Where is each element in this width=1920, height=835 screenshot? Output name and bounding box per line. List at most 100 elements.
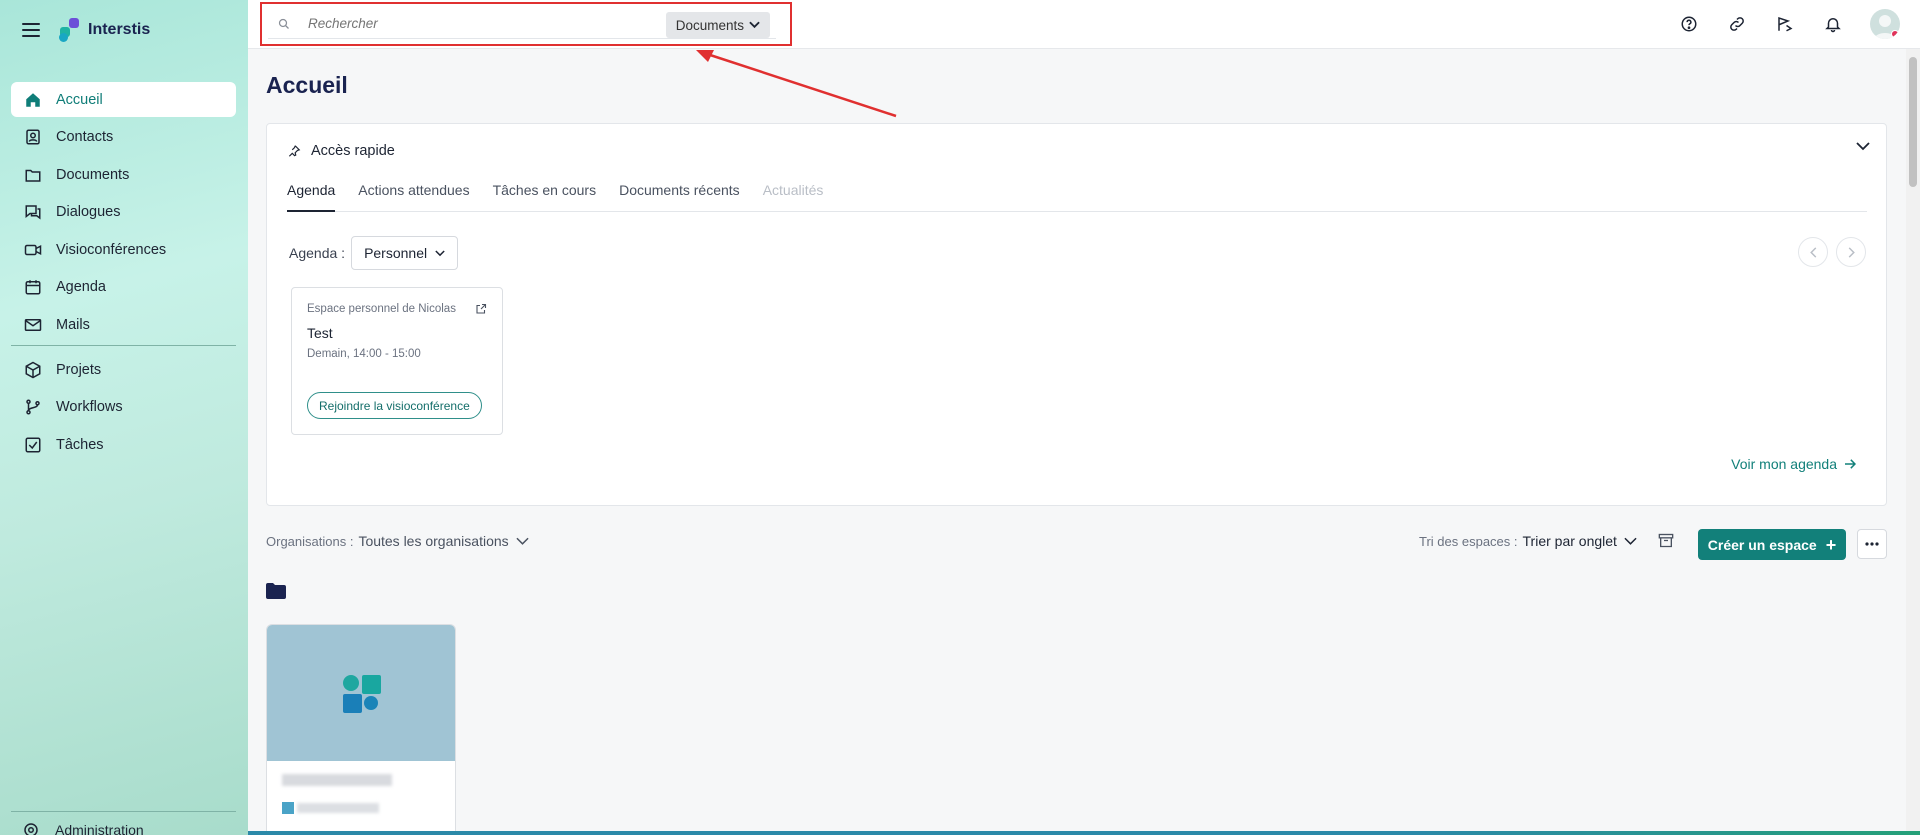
sidebar-item-label: Visioconférences [56,241,167,258]
chevron-left-icon [1809,246,1816,258]
sidebar-item-visioconferences[interactable]: Visioconférences [11,232,236,267]
branch-icon [23,397,43,417]
sidebar-item-administration[interactable]: Administration [22,821,144,835]
annotation-arrow [696,50,897,118]
flag-icon[interactable] [1774,13,1796,35]
event-title: Test [307,325,333,341]
bell-icon[interactable] [1822,13,1844,35]
organisation-filter[interactable]: Organisations : Toutes les organisations [266,533,529,549]
sidebar-item-agenda[interactable]: Agenda [11,270,236,305]
org-filter-label: Organisations : [266,533,354,549]
menu-icon[interactable] [22,23,40,37]
previous-button[interactable] [1798,237,1828,267]
sidebar: Interstis Accueil Contacts Documents Dia… [0,0,248,835]
quick-access-panel: Accès rapide Agenda Actions attendues Tâ… [266,123,1887,506]
tab-actions-attendues[interactable]: Actions attendues [358,182,469,212]
sidebar-item-label: Agenda [56,279,106,295]
agenda-label: Agenda : [289,245,346,261]
create-space-button[interactable]: Créer un espace + [1698,529,1846,560]
sidebar-item-label: Accueil [56,91,103,108]
sidebar-item-projets[interactable]: Projets [11,352,236,387]
sidebar-item-label: Administration [55,822,144,835]
sort-dropdown[interactable]: Tri des espaces : Trier par onglet [1419,533,1637,549]
mail-icon [23,315,43,335]
space-thumbnail [267,625,455,761]
sort-label: Tri des espaces : [1419,533,1518,549]
sidebar-divider [11,811,236,812]
sidebar-item-documents[interactable]: Documents [11,157,236,192]
join-video-button[interactable]: Rejoindre la visioconférence [307,392,482,419]
sort-value: Trier par onglet [1522,533,1617,549]
event-card[interactable]: Espace personnel de Nicolas Test Demain,… [291,287,503,435]
sidebar-item-dialogues[interactable]: Dialogues [11,195,236,230]
cube-icon [23,360,43,380]
brand: Interstis [22,18,150,42]
search-scope-dropdown[interactable]: Documents [665,12,770,38]
archive-icon[interactable] [1658,533,1674,548]
video-icon [23,240,43,260]
sidebar-item-mails[interactable]: Mails [11,307,236,342]
sidebar-nav: Accueil Contacts Documents Dialogues Vis… [11,82,236,465]
more-options-button[interactable] [1857,529,1887,559]
search-input[interactable] [308,16,648,31]
app-logo [58,18,82,42]
event-time: Demain, 14:00 - 15:00 [307,348,421,360]
next-button[interactable] [1836,237,1866,267]
see-agenda-label: Voir mon agenda [1731,456,1837,472]
tab-agenda[interactable]: Agenda [287,182,336,212]
quick-access-title: Accès rapide [311,143,395,159]
sidebar-divider [11,345,236,346]
search-scope-label: Documents [675,17,744,33]
contacts-icon [23,127,43,147]
calendar-icon [23,277,43,297]
page-title: Accueil [266,72,348,98]
space-name-redacted [282,774,392,786]
chevron-right-icon [1848,246,1855,258]
checkbox-icon [23,435,43,455]
space-card[interactable] [266,624,456,835]
page-scrollbar[interactable] [1906,49,1920,831]
help-icon[interactable] [1678,13,1700,35]
sidebar-item-label: Projets [56,361,102,378]
sidebar-item-label: Mails [56,316,90,333]
sidebar-item-workflows[interactable]: Workflows [11,390,236,425]
arrow-right-icon [1845,459,1856,469]
search-icon [278,18,292,30]
space-logo [343,675,381,713]
chevron-down-icon[interactable] [1856,142,1870,151]
link-icon[interactable] [1726,13,1748,35]
scrollbar-thumb[interactable] [1909,57,1917,187]
agenda-select[interactable]: Personnel [351,236,459,270]
tab-documents-recents[interactable]: Documents récents [619,182,740,212]
sidebar-item-accueil[interactable]: Accueil [11,82,236,117]
agenda-select-value: Personnel [364,245,428,261]
sidebar-item-taches[interactable]: Tâches [11,427,236,462]
avatar[interactable] [1870,9,1900,39]
quick-access-header[interactable]: Accès rapide [287,143,395,159]
chevron-down-icon [435,249,445,256]
sidebar-item-label: Documents [56,166,130,183]
folder-icon [266,583,286,599]
tab-taches-en-cours[interactable]: Tâches en cours [493,182,597,212]
chevron-down-icon [749,21,760,29]
search-highlight-box: Documents [260,2,792,46]
agenda-filter: Agenda : Personnel [289,236,459,270]
sidebar-item-label: Workflows [56,399,123,415]
create-space-label: Créer un espace [1707,536,1817,553]
tab-actualites: Actualités [762,182,824,198]
see-agenda-link[interactable]: Voir mon agenda [1731,456,1856,472]
external-link-icon[interactable] [475,303,487,315]
org-filter-value: Toutes les organisations [358,533,509,549]
org-color-swatch [282,802,294,814]
folder-icon [23,165,43,185]
app-name: Interstis [88,21,151,38]
ellipsis-icon [1865,542,1879,546]
sidebar-item-label: Dialogues [56,204,121,220]
chevron-down-icon [1624,537,1637,545]
gear-icon [22,821,42,835]
org-name-redacted [297,803,379,813]
home-icon [23,90,43,110]
top-actions [1678,9,1920,39]
chevron-down-icon [516,537,529,545]
sidebar-item-contacts[interactable]: Contacts [11,120,236,155]
